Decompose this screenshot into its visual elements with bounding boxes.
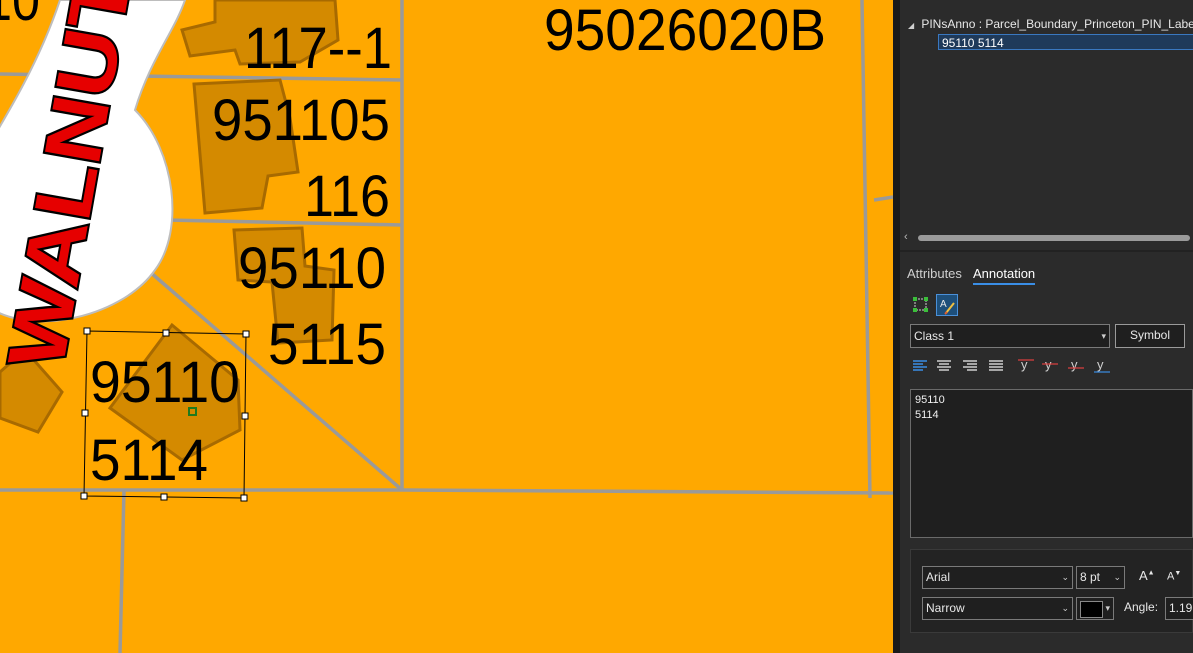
svg-text:y: y (1071, 357, 1078, 372)
angle-input[interactable]: 1.196 (1165, 597, 1193, 620)
vertical-align-bottom-icon[interactable]: y (1092, 356, 1112, 376)
class-select[interactable]: Class 1 ▾ (910, 324, 1110, 348)
resize-handle-nw[interactable] (83, 327, 91, 335)
resize-handle-w[interactable] (81, 409, 89, 417)
parcel-label-951105-line2: 116 (304, 164, 390, 229)
resize-handle-ne[interactable] (242, 330, 250, 338)
symbol-button[interactable]: Symbol (1115, 324, 1185, 348)
annotation-edit-icon: A (940, 299, 955, 315)
align-justify-icon[interactable] (986, 356, 1006, 376)
selection-tree: ◢ PINsAnno : Parcel_Boundary_Princeton_P… (900, 0, 1193, 230)
attributes-pane: ◢ PINsAnno : Parcel_Boundary_Princeton_P… (900, 0, 1193, 653)
align-left-icon[interactable] (910, 356, 930, 376)
parcel-label-selected-line1: 95110 (90, 350, 240, 415)
parcel-label-95110-5115-line1: 95110 (238, 236, 386, 301)
parcel-label-95110-5115-line2: 5115 (268, 312, 386, 377)
resize-handle-s[interactable] (160, 493, 168, 501)
vertical-align-baseline-icon[interactable]: y (1066, 356, 1086, 376)
parcel-label-117-1: 117--1 (244, 16, 392, 81)
increase-font-size-icon[interactable]: A▲ (1139, 568, 1155, 583)
tree-item-selected[interactable]: 95110 5114 (938, 34, 1193, 50)
edit-annotation-button[interactable]: A (936, 294, 958, 316)
annotation-text-line: 95110 (915, 394, 945, 406)
tree-node-label: PINsAnno : Parcel_Boundary_Princeton_PIN… (921, 17, 1193, 31)
font-family-select[interactable]: Arial ⌄ (922, 566, 1073, 589)
font-family-value: Arial (926, 570, 951, 584)
horizontal-scrollbar[interactable]: ‹ (900, 231, 1193, 244)
parcel-label-selected-line2: 5114 (90, 428, 208, 493)
svg-text:A: A (940, 299, 947, 310)
edit-vertices-button[interactable] (910, 294, 932, 316)
vertical-align-top-icon[interactable]: y (1016, 356, 1036, 376)
chevron-down-icon: ⌄ (1113, 572, 1121, 582)
angle-label: Angle: (1124, 600, 1159, 614)
decrease-font-size-icon[interactable]: A▼ (1167, 570, 1181, 583)
pane-divider[interactable] (893, 0, 900, 653)
map-canvas[interactable]: WALNUT 10 117--1 95026020B 951105 116 95… (0, 0, 893, 653)
chevron-down-icon: ⌄ (1061, 603, 1069, 613)
resize-handle-sw[interactable] (80, 492, 88, 500)
annotation-text-line: 5114 (915, 409, 939, 421)
chevron-down-icon: ⌄ (1061, 572, 1069, 582)
font-style-select[interactable]: Narrow ⌄ (922, 597, 1073, 620)
parcel-label-951105-line1: 951105 (212, 88, 390, 153)
scroll-left-icon[interactable]: ‹ (904, 231, 908, 243)
tree-node-layer[interactable]: ◢ PINsAnno : Parcel_Boundary_Princeton_P… (908, 17, 1193, 31)
street-walnut: WALNUT (0, 0, 187, 377)
annotation-text-input[interactable]: 95110 5114 (910, 389, 1193, 538)
font-settings-group: Arial ⌄ 8 pt ⌄ A▲ A▼ Narrow ⌄ ▾ Angle: 1… (910, 549, 1193, 633)
chevron-down-icon: ▾ (1105, 603, 1110, 613)
resize-handle-se[interactable] (240, 494, 248, 502)
align-center-icon[interactable] (934, 356, 954, 376)
resize-handle-e[interactable] (241, 412, 249, 420)
class-select-value: Class 1 (914, 329, 955, 343)
tab-annotation[interactable]: Annotation (973, 266, 1036, 285)
chevron-down-icon: ▾ (1101, 331, 1106, 341)
scrollbar-thumb[interactable] (918, 235, 1190, 241)
svg-text:y: y (1021, 357, 1028, 372)
font-size-select[interactable]: 8 pt ⌄ (1076, 566, 1125, 589)
edit-vertices-icon (913, 297, 928, 312)
align-right-icon[interactable] (960, 356, 980, 376)
font-style-value: Narrow (926, 601, 965, 615)
resize-handle-n[interactable] (162, 329, 170, 337)
tab-attributes[interactable]: Attributes (907, 266, 962, 281)
map-view[interactable]: WALNUT 10 117--1 95026020B 951105 116 95… (0, 0, 893, 653)
font-color-picker[interactable]: ▾ (1076, 597, 1114, 620)
svg-text:y: y (1097, 357, 1104, 372)
expand-triangle-icon[interactable]: ◢ (908, 21, 918, 30)
section-divider (900, 250, 1193, 252)
font-size-value: 8 pt (1080, 570, 1101, 584)
vertical-align-center-icon[interactable]: y (1040, 356, 1060, 376)
parcel-label-95026020b: 95026020B (544, 0, 826, 63)
parcel-label-top-left: 10 (0, 0, 40, 33)
color-swatch (1080, 601, 1103, 618)
angle-value: 1.196 (1169, 601, 1193, 615)
